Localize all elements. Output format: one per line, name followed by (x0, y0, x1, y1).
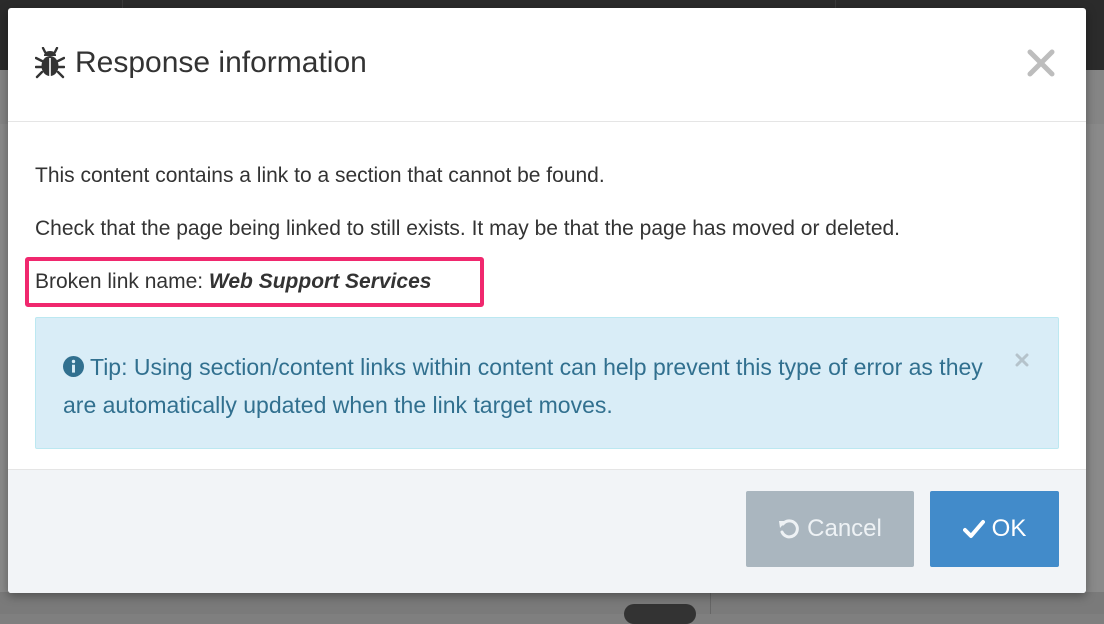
cancel-button[interactable]: Cancel (746, 491, 914, 567)
dialog-footer: Cancel OK (8, 469, 1086, 593)
dialog-title: Response information (75, 46, 367, 79)
ok-label: OK (991, 515, 1027, 542)
check-icon (962, 520, 985, 538)
background-edge (0, 124, 8, 614)
background-pill (624, 604, 696, 624)
dialog-header: Response information (8, 8, 1086, 122)
highlight-annotation (25, 257, 484, 307)
ok-button[interactable]: OK (930, 491, 1059, 567)
tip-text: Tip: Using section/content links within … (63, 354, 983, 418)
message-line-1: This content contains a link to a sectio… (35, 164, 605, 187)
tip-text-block: Tip: Using section/content links within … (63, 348, 1013, 424)
background-edge (1086, 124, 1104, 614)
close-icon[interactable] (1014, 352, 1030, 368)
background-divider (710, 592, 711, 614)
background-bottom (0, 592, 1104, 614)
dialog-body: This content contains a link to a sectio… (8, 122, 1086, 469)
response-information-dialog: Response information This content contai… (8, 8, 1086, 593)
dialog-title-group: Response information (35, 46, 367, 80)
close-icon[interactable] (1024, 46, 1058, 80)
cancel-label: Cancel (807, 515, 882, 542)
info-circle-icon (63, 356, 84, 377)
tip-alert: Tip: Using section/content links within … (35, 317, 1059, 449)
undo-icon (779, 519, 799, 539)
bug-icon (35, 47, 65, 79)
message-line-2: Check that the page being linked to stil… (35, 217, 901, 240)
